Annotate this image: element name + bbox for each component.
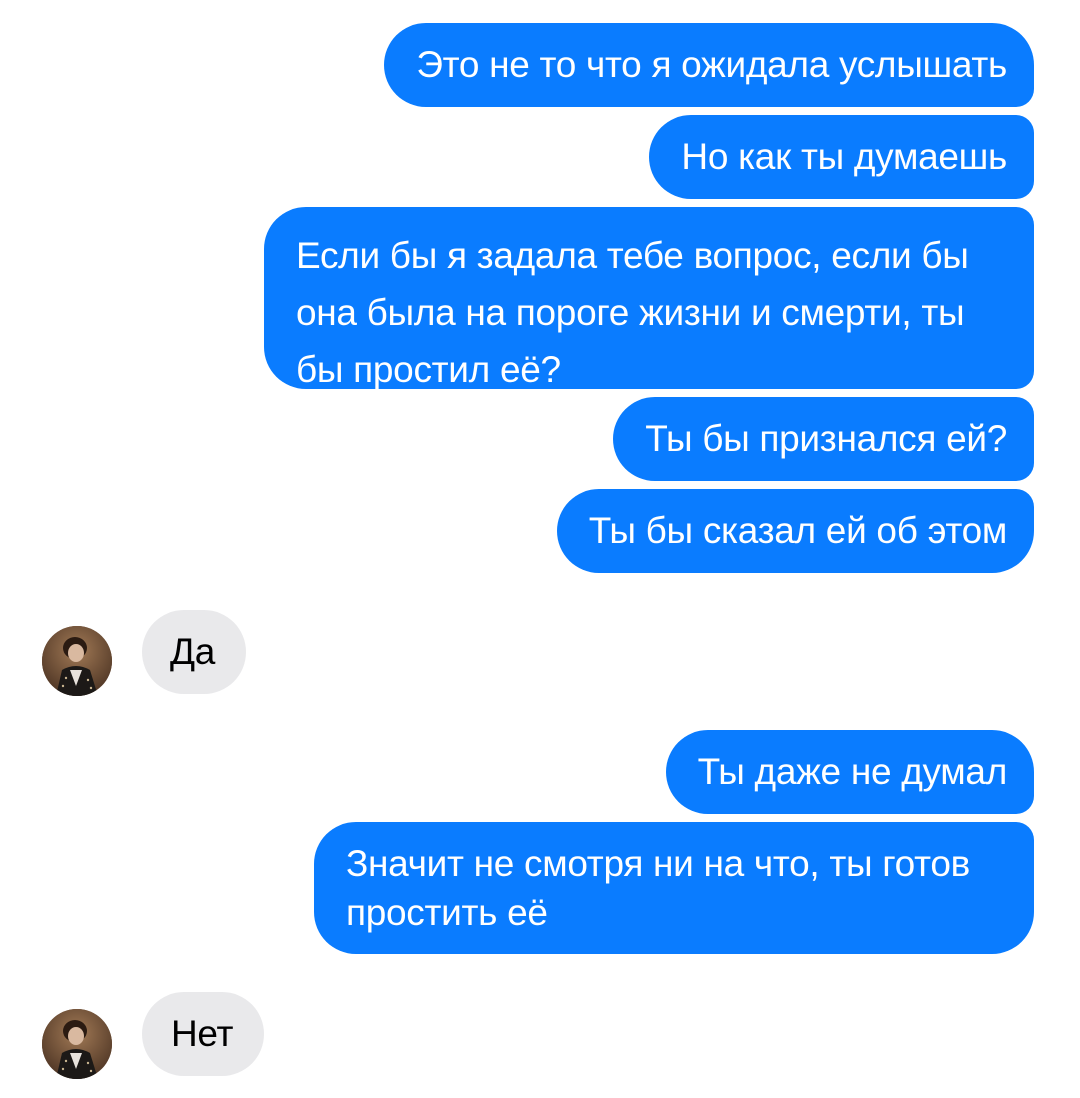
outgoing-message-bubble[interactable]: Если бы я задала тебе вопрос, если бы он…: [264, 207, 1034, 390]
message-text-line: Если бы я задала тебе вопрос, если бы: [296, 235, 969, 276]
incoming-message-bubble[interactable]: Да: [142, 610, 247, 694]
contact-avatar-image: [42, 626, 112, 696]
outgoing-message-bubble[interactable]: Значит не смотря ни на что, ты готов про…: [314, 822, 1034, 954]
message-thread: Это не то что я ожидала услышать Но как …: [0, 0, 1080, 1098]
message-text: Это не то что я ожидала услышать: [416, 44, 1007, 85]
outgoing-message-bubble[interactable]: Но как ты думаешь: [649, 115, 1034, 199]
contact-avatar[interactable]: [42, 626, 112, 696]
message-text: Но как ты думаешь: [681, 136, 1007, 177]
contact-avatar-image: [42, 1009, 112, 1079]
outgoing-message-bubble[interactable]: Ты бы признался ей?: [613, 397, 1034, 481]
message-text: Ты даже не думал: [697, 751, 1008, 792]
contact-avatar[interactable]: [42, 1009, 112, 1079]
message-text: Нет: [171, 1013, 234, 1054]
message-text-line: она была на пороге жизни и смерти, ты: [296, 292, 965, 333]
outgoing-message-bubble[interactable]: Ты даже не думал: [665, 730, 1034, 814]
outgoing-message-bubble[interactable]: Ты бы сказал ей об этом: [556, 489, 1034, 573]
message-text: Ты бы сказал ей об этом: [588, 510, 1008, 551]
message-text-line: Значит не смотря ни на что, ты готов: [346, 843, 970, 884]
message-text: Да: [170, 631, 216, 672]
incoming-message-bubble[interactable]: Нет: [142, 992, 265, 1076]
message-text-line: бы простил её?: [296, 349, 561, 390]
message-text-line: простить её: [346, 892, 548, 933]
outgoing-message-bubble[interactable]: Это не то что я ожидала услышать: [384, 23, 1034, 107]
message-text: Ты бы признался ей?: [645, 418, 1007, 459]
